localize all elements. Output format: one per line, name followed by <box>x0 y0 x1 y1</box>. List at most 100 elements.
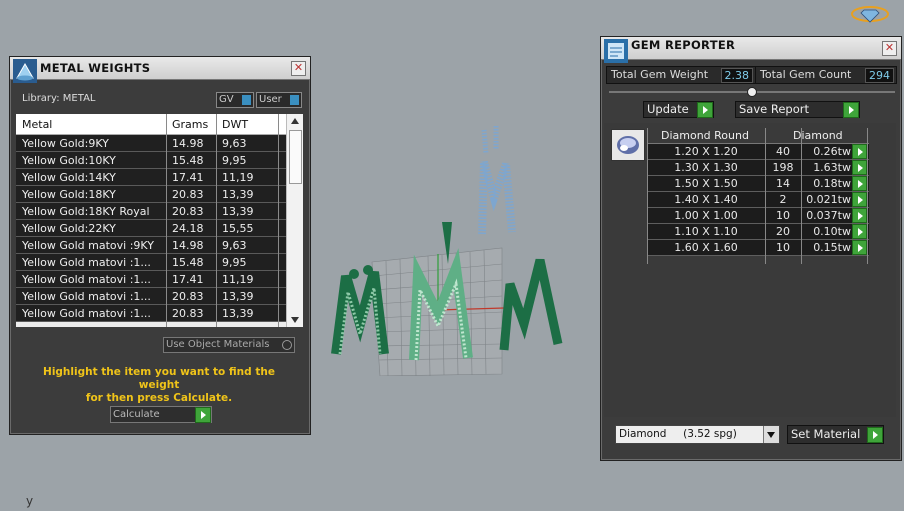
col-divider <box>216 114 217 327</box>
scroll-up-icon[interactable] <box>291 118 299 124</box>
cell-grams: 14.98 <box>172 137 204 150</box>
radio-icon[interactable] <box>282 340 292 350</box>
table-row[interactable]: 1.00 X 1.00 10 0.037tw <box>647 208 869 224</box>
cell-weight: 0.15tw <box>813 241 851 254</box>
save-report-label: Save Report <box>739 102 810 116</box>
set-material-label: Set Material <box>791 427 861 441</box>
hint-line-2: for then press Calculate. <box>85 392 233 404</box>
gem-list-area: Diamond Round Diamond 1.20 X 1.20 40 0.26t… <box>604 123 896 417</box>
cell-metal: Yellow Gold matovi :1... <box>22 273 151 286</box>
cell-weight: 0.021tw <box>806 193 851 206</box>
cell-grams: 20.83 <box>172 307 204 320</box>
select-arrow-icon[interactable] <box>852 208 867 223</box>
cell-dwt: 11,19 <box>222 273 254 286</box>
table-row[interactable]: 1.60 X 1.60 10 0.15tw <box>647 240 869 256</box>
cell-metal: Yellow Gold:9KY <box>22 137 109 150</box>
table-row[interactable]: Yellow Gold matovi :1... 17.41 11,19 <box>16 271 286 288</box>
user-toggle[interactable]: User <box>256 92 302 108</box>
save-report-button[interactable]: Save Report <box>735 101 860 118</box>
set-material-button[interactable]: Set Material <box>787 425 884 444</box>
metal-table-scrollbar[interactable] <box>286 114 303 327</box>
table-row[interactable]: Yellow Gold:18KY Royal 20.83 13,39 <box>16 203 286 220</box>
cell-size: 1.10 X 1.10 <box>674 225 738 238</box>
gem-reporter-close-button[interactable]: ✕ <box>882 41 897 56</box>
table-row[interactable]: Yellow Gold:14KY 17.41 11,19 <box>16 169 286 186</box>
cell-dwt: 15,55 <box>222 222 254 235</box>
cell-metal: Yellow Gold matovi :1... <box>22 290 151 303</box>
table-row[interactable]: 1.30 X 1.30 198 1.63tw <box>647 160 869 176</box>
select-arrow-icon[interactable] <box>852 176 867 191</box>
table-row[interactable]: 1.40 X 1.40 2 0.021tw <box>647 192 869 208</box>
cell-grams: 17.41 <box>172 171 204 184</box>
cell-metal: Yellow Gold matovi :1... <box>22 256 151 269</box>
gem-reporter-icon <box>604 39 628 63</box>
col-divider <box>867 128 868 264</box>
gv-toggle-label: GV <box>219 94 234 105</box>
gv-toggle[interactable]: GV <box>216 92 254 108</box>
cell-weight: 0.10tw <box>813 225 851 238</box>
cell-size: 1.40 X 1.40 <box>674 193 738 206</box>
cell-metal: Yellow Gold:18KY Royal <box>22 205 150 218</box>
user-toggle-label: User <box>259 94 282 105</box>
scroll-thumb[interactable] <box>289 130 302 184</box>
select-arrow-icon[interactable] <box>852 160 867 175</box>
col-grams[interactable]: Grams <box>172 118 208 131</box>
diamond-logo-icon[interactable] <box>850 4 890 24</box>
col-metal[interactable]: Metal <box>22 118 52 131</box>
table-row[interactable]: Yellow Gold matovi :1... 20.83 13,39 <box>16 288 286 305</box>
col-dwt[interactable]: DWT <box>222 118 248 131</box>
cell-grams: 15.48 <box>172 154 204 167</box>
table-row[interactable]: 1.50 X 1.50 14 0.18tw <box>647 176 869 192</box>
material-dropdown[interactable]: Diamond (3.52 spg) <box>615 425 780 444</box>
cell-dwt: 9,95 <box>222 256 247 269</box>
table-row[interactable]: 1.20 X 1.20 40 0.26tw <box>647 144 869 160</box>
table-row[interactable]: Yellow Gold matovi :1... 20.83 13,39 <box>16 305 286 322</box>
total-gem-weight-label: Total Gem Weight <box>611 68 709 81</box>
gem-reporter-titlebar[interactable]: GEM REPORTER ✕ <box>601 37 901 63</box>
metal-weights-titlebar[interactable]: METAL WEIGHTS ✕ <box>10 57 310 83</box>
table-row[interactable]: Yellow Gold matovi :9KY 14.98 9,63 <box>16 237 286 254</box>
select-arrow-icon[interactable] <box>852 224 867 239</box>
umlaut-dot <box>349 269 359 279</box>
viewport-3d-model[interactable] <box>326 114 578 376</box>
table-row[interactable]: 1.10 X 1.10 20 0.10tw <box>647 224 869 240</box>
use-object-materials-option[interactable]: Use Object Materials <box>163 337 295 353</box>
table-row[interactable]: Yellow Gold:22KY 24.18 15,55 <box>16 220 286 237</box>
table-row[interactable]: Yellow Gold:9KY 14.98 9,63 <box>16 135 286 152</box>
total-gem-count-label: Total Gem Count <box>760 68 852 81</box>
cell-qty: 14 <box>776 177 790 190</box>
cell-weight: 0.18tw <box>813 177 851 190</box>
cell-grams: 15.48 <box>172 256 204 269</box>
cell-metal: Yellow Gold:18KY <box>22 188 116 201</box>
scroll-down-icon[interactable] <box>291 317 299 323</box>
metal-table: Metal Grams DWT Yellow Gold:9KY 14.98 9,63… <box>16 114 303 327</box>
cell-qty: 10 <box>776 209 790 222</box>
gem-table: Diamond Round Diamond 1.20 X 1.20 40 0.26t… <box>647 128 869 264</box>
cell-qty: 198 <box>772 161 794 174</box>
cell-metal: Yellow Gold:14KY <box>22 171 116 184</box>
table-row[interactable]: Yellow Gold:10KY 15.48 9,95 <box>16 152 286 169</box>
chevron-down-icon[interactable] <box>763 426 779 443</box>
table-row[interactable]: Yellow Gold:18KY 20.83 13,39 <box>16 186 286 203</box>
calculate-hint: Highlight the item you want to find the … <box>24 366 294 405</box>
cell-grams: 20.83 <box>172 205 204 218</box>
calculate-button[interactable]: Calculate <box>110 406 212 423</box>
table-row[interactable]: Yellow Gold matovi :1... 15.48 9,95 <box>16 254 286 271</box>
cell-metal: Yellow Gold matovi :9KY <box>22 239 154 252</box>
total-gem-weight-value: 2.38 <box>720 68 753 83</box>
play-arrow-icon <box>867 427 883 443</box>
select-arrow-icon[interactable] <box>852 192 867 207</box>
cell-dwt: 13,39 <box>222 290 254 303</box>
cell-metal: Yellow Gold:10KY <box>22 154 116 167</box>
update-label: Update <box>647 102 689 116</box>
cell-grams: 17.41 <box>172 273 204 286</box>
col-divider <box>647 128 648 264</box>
update-button[interactable]: Update <box>643 101 714 118</box>
slider-handle[interactable] <box>747 87 757 97</box>
cell-size: 1.60 X 1.60 <box>674 241 738 254</box>
select-arrow-icon[interactable] <box>852 144 867 159</box>
metal-weights-close-button[interactable]: ✕ <box>291 61 306 76</box>
select-arrow-icon[interactable] <box>852 240 867 255</box>
cell-size: 1.30 X 1.30 <box>674 161 738 174</box>
diamond-thumbnail[interactable] <box>611 129 645 161</box>
